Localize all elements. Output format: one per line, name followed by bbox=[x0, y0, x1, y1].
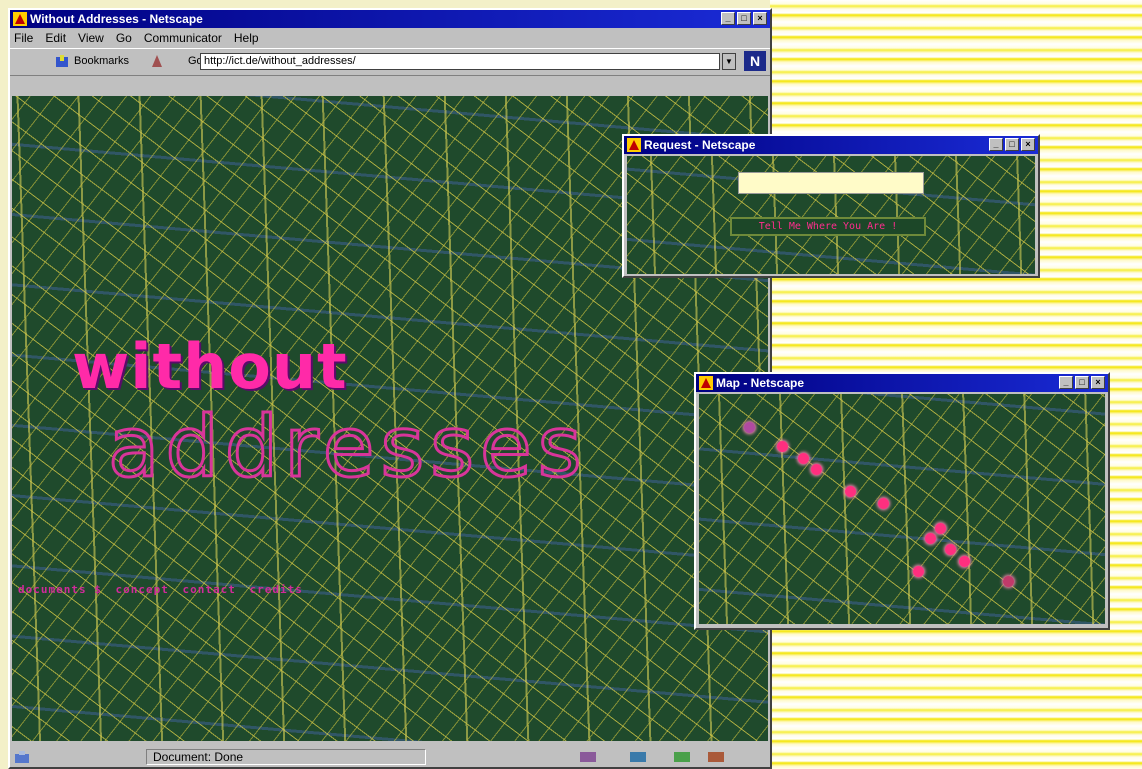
request-title-bar[interactable]: Request - Netscape _ □ × bbox=[624, 136, 1038, 154]
minimize-button[interactable]: _ bbox=[1059, 376, 1073, 389]
close-button[interactable]: × bbox=[1021, 138, 1035, 151]
maximize-button[interactable]: □ bbox=[1075, 376, 1089, 389]
headline-addresses: addresses bbox=[106, 397, 588, 498]
minimize-button[interactable]: _ bbox=[721, 12, 735, 25]
map-view[interactable] bbox=[699, 394, 1105, 624]
component-bar-icons[interactable] bbox=[570, 749, 730, 765]
map-location-marker[interactable] bbox=[1003, 576, 1014, 587]
map-location-marker[interactable] bbox=[925, 533, 936, 544]
map-location-marker[interactable] bbox=[945, 544, 956, 555]
map-location-marker[interactable] bbox=[744, 422, 755, 433]
bookmarks-button[interactable]: Bookmarks bbox=[74, 55, 129, 67]
menu-help[interactable]: Help bbox=[234, 28, 259, 48]
status-bar: Document: Done bbox=[10, 747, 770, 767]
map-title-bar[interactable]: Map - Netscape _ □ × bbox=[696, 374, 1108, 392]
location-input[interactable] bbox=[738, 172, 924, 194]
headline-without: without bbox=[72, 330, 348, 403]
close-button[interactable]: × bbox=[753, 12, 767, 25]
map-location-marker[interactable] bbox=[878, 498, 889, 509]
map-location-marker[interactable] bbox=[959, 556, 970, 567]
request-window: Request - Netscape _ □ × bbox=[622, 134, 1040, 278]
map-location-marker[interactable] bbox=[798, 453, 809, 464]
maximize-button[interactable]: □ bbox=[737, 12, 751, 25]
location-icon bbox=[152, 55, 162, 67]
nav-link-documents[interactable]: documents $ bbox=[18, 583, 102, 596]
map-window-title: Map - Netscape bbox=[716, 376, 805, 390]
menu-go[interactable]: Go bbox=[116, 28, 132, 48]
map-location-marker[interactable] bbox=[913, 566, 924, 577]
map-location-marker[interactable] bbox=[935, 523, 946, 534]
bookmark-icon bbox=[56, 55, 68, 67]
menu-view[interactable]: View bbox=[78, 28, 104, 48]
security-icon bbox=[15, 751, 29, 763]
map-location-marker[interactable] bbox=[777, 441, 788, 452]
minimize-button[interactable]: _ bbox=[989, 138, 1003, 151]
maximize-button[interactable]: □ bbox=[1005, 138, 1019, 151]
netscape-icon bbox=[627, 138, 641, 152]
location-bar: Bookmarks Go to: http://ict.de/without_a… bbox=[10, 48, 770, 76]
close-button[interactable]: × bbox=[1091, 376, 1105, 389]
bottom-nav-links: documents $ concept contact credits bbox=[18, 583, 309, 596]
url-dropdown-button[interactable]: ▼ bbox=[722, 53, 736, 70]
netscape-icon bbox=[699, 376, 713, 390]
main-title-bar[interactable]: Without Addresses - Netscape _ □ × bbox=[10, 10, 770, 28]
main-window-title: Without Addresses - Netscape bbox=[30, 12, 203, 26]
menu-edit[interactable]: Edit bbox=[45, 28, 66, 48]
status-text: Document: Done bbox=[146, 749, 426, 765]
request-window-title: Request - Netscape bbox=[644, 138, 756, 152]
nav-link-contact[interactable]: contact bbox=[182, 583, 235, 596]
tell-me-where-button[interactable]: Tell Me Where You Are ! bbox=[730, 217, 926, 236]
menu-communicator[interactable]: Communicator bbox=[144, 28, 222, 48]
map-window: Map - Netscape _ □ × bbox=[694, 372, 1110, 630]
menu-file[interactable]: File bbox=[14, 28, 33, 48]
map-location-marker[interactable] bbox=[811, 464, 822, 475]
menu-bar: File Edit View Go Communicator Help bbox=[10, 28, 770, 48]
nav-link-concept[interactable]: concept bbox=[115, 583, 168, 596]
netscape-icon bbox=[13, 12, 27, 26]
url-input[interactable]: http://ict.de/without_addresses/ bbox=[200, 53, 720, 70]
nav-link-credits[interactable]: credits bbox=[249, 583, 302, 596]
netscape-logo-icon[interactable]: N bbox=[744, 51, 766, 71]
map-location-marker[interactable] bbox=[845, 486, 856, 497]
